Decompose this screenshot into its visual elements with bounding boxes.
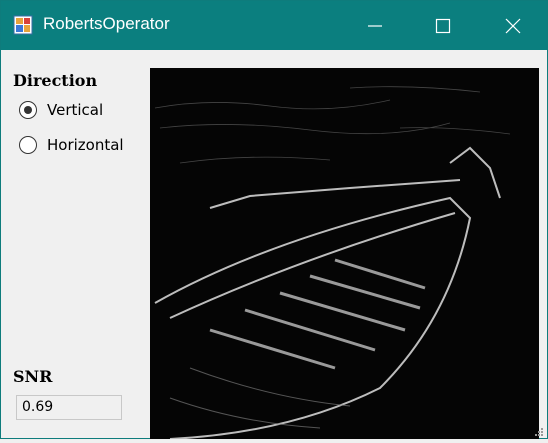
radio-horizontal[interactable]: Horizontal	[19, 136, 124, 154]
direction-label: Direction	[13, 71, 98, 90]
snr-field: 0.69	[16, 395, 122, 420]
edge-detected-boat-image	[150, 68, 539, 440]
close-button[interactable]	[479, 1, 547, 50]
maximize-button[interactable]	[409, 1, 477, 50]
minimize-icon	[368, 24, 382, 27]
app-window: RobertsOperator Direction Vertical Horiz…	[0, 0, 548, 440]
radio-vertical-circle[interactable]	[19, 101, 37, 119]
radio-vertical[interactable]: Vertical	[19, 101, 103, 119]
radio-vertical-label: Vertical	[47, 101, 104, 119]
minimize-button[interactable]	[341, 1, 409, 50]
image-display	[150, 68, 539, 440]
title-bar[interactable]: RobertsOperator	[1, 1, 547, 50]
maximize-icon	[435, 18, 451, 33]
radio-horizontal-label: Horizontal	[47, 136, 124, 154]
close-icon	[505, 18, 521, 33]
radio-horizontal-circle[interactable]	[19, 136, 37, 154]
resize-grip-icon[interactable]	[534, 427, 544, 437]
snr-label: SNR	[13, 367, 53, 386]
window-title: RobertsOperator	[43, 14, 170, 33]
app-icon	[13, 15, 33, 35]
